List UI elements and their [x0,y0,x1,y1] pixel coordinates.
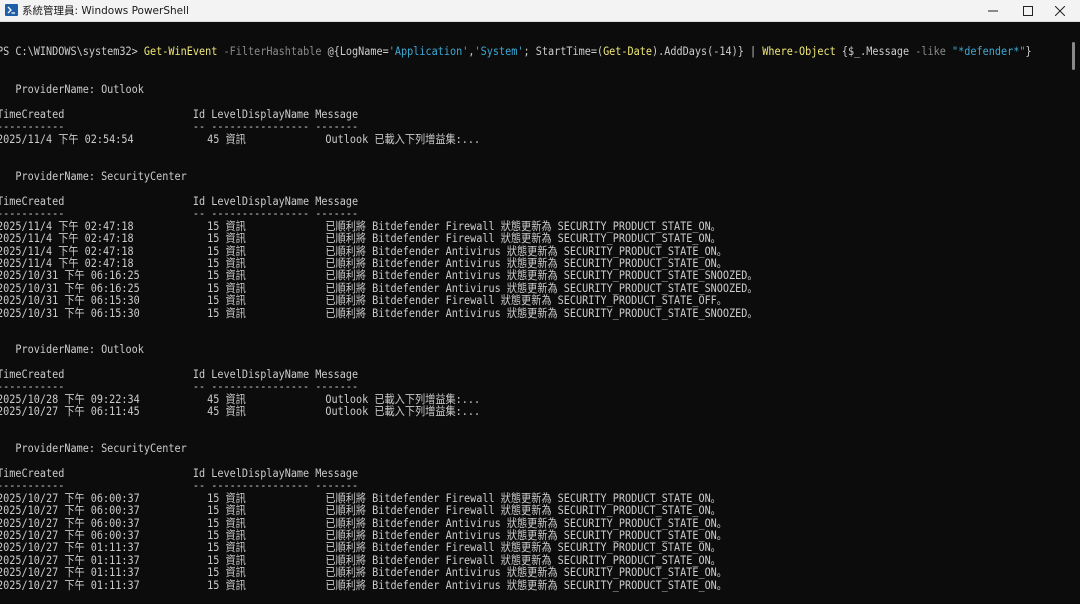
minimize-icon [988,10,998,11]
close-icon [1055,5,1065,16]
event-row: 2025/11/4 下午 02:54:54 45 資訊 Outlook 已載入下… [0,132,481,146]
close-button[interactable] [1040,0,1080,21]
command-token-op: } [1025,45,1032,58]
provider-name-line: ProviderName: SecurityCenter [0,442,187,455]
provider-label: ProviderName: [0,83,102,96]
command-token-str: 'Application' [388,45,469,58]
provider-label: ProviderName: [0,442,102,455]
provider-label: ProviderName: [0,343,102,356]
command-token-op: {$_.Message [835,45,916,58]
scrollbar-thumb[interactable] [1072,42,1075,70]
provider-name-line: ProviderName: Outlook [0,83,144,96]
title-bar[interactable]: 系統管理員: Windows PowerShell [0,0,1080,22]
command-token-op: ; StartTime=( [523,45,604,58]
command-token-param: -FilterHashtable [223,45,322,58]
command-token-op: @{LogName= [321,45,389,58]
provider-name: SecurityCenter [101,170,187,183]
powershell-icon [5,4,18,16]
command-token-str: 'System' [474,45,524,58]
provider-label: ProviderName: [0,170,102,183]
window-title: 系統管理員: Windows PowerShell [22,5,189,17]
command-line: PS C:\WINDOWS\system32> Get-WinEvent -Fi… [0,45,1032,58]
command-token-param: -like [915,45,946,58]
provider-name: Outlook [101,343,144,356]
provider-name: Outlook [101,83,144,96]
provider-name-line: ProviderName: Outlook [0,343,144,356]
vertical-scrollbar[interactable] [1068,22,1080,604]
powershell-window: 系統管理員: Windows PowerShell PS C:\WINDOWS\… [0,0,1080,604]
command-token-str: "*defender*" [952,45,1026,58]
command-token-cmd: Get-Date [603,45,653,58]
prompt-text: PS C:\WINDOWS\system32> [0,45,144,58]
provider-name: SecurityCenter [101,442,187,455]
maximize-icon [1023,5,1033,16]
event-row: 2025/10/27 下午 01:11:37 15 資訊 已順利將 Bitdef… [0,578,727,592]
console-output[interactable]: PS C:\WINDOWS\system32> Get-WinEvent -Fi… [0,22,1068,604]
provider-name-line: ProviderName: SecurityCenter [0,170,187,183]
event-row: 2025/10/27 下午 06:11:45 45 資訊 Outlook 已載入… [0,405,481,419]
command-token-cmd: Where-Object [762,45,836,58]
event-row: 2025/10/31 下午 06:15:30 15 資訊 已順利將 Bitdef… [0,306,758,320]
command-token-op: ).AddDays(-14)} | [652,45,763,58]
command-token-cmd: Get-WinEvent [143,45,218,58]
